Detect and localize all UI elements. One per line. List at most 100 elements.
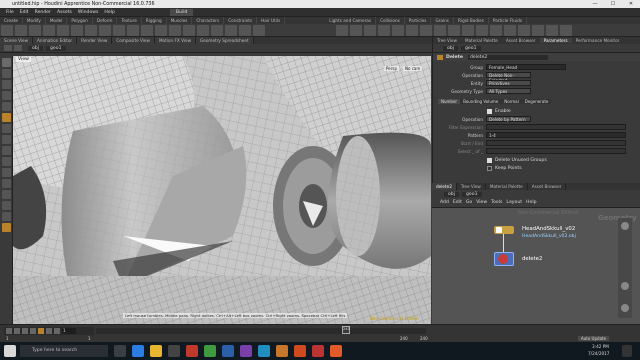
net-fit-icon[interactable]	[621, 304, 629, 312]
shelf-tab-rigid[interactable]: Rigid Bodies	[454, 17, 489, 24]
timeline-start[interactable]: 1	[6, 336, 9, 341]
start-end-field[interactable]	[486, 140, 626, 146]
app-cyan-icon[interactable]	[258, 345, 270, 357]
tab-motion-fx-view[interactable]: Motion FX View	[154, 37, 197, 44]
camera-menu[interactable]: No cam	[403, 66, 423, 71]
current-frame-field[interactable]: 1	[62, 328, 76, 334]
timeline-end[interactable]: 240	[420, 336, 428, 341]
shelf-tool-27[interactable]	[434, 24, 446, 36]
pattern-field[interactable]: 1-4	[486, 132, 626, 138]
snap-icon[interactable]	[1, 168, 11, 177]
subtab-normal[interactable]: Normal	[501, 99, 522, 104]
shelf-tool-33[interactable]	[518, 24, 530, 36]
rotate-tool-icon[interactable]	[1, 80, 11, 89]
shelf-tool-18[interactable]	[239, 24, 251, 36]
secure-select-icon[interactable]	[1, 190, 11, 199]
task-view-icon[interactable]	[114, 345, 126, 357]
reverse-icon[interactable]	[22, 328, 28, 334]
net-tab-tree-view[interactable]: Tree View	[457, 183, 486, 190]
shelf-tool-24[interactable]	[392, 24, 404, 36]
net-tab-asset-browser[interactable]: Asset Browser	[528, 183, 567, 190]
store-icon[interactable]	[168, 345, 180, 357]
taskbar-search[interactable]: Type here to search	[20, 345, 108, 357]
operation2-select[interactable]: Delete by Pattern	[486, 116, 531, 122]
close-button[interactable]: ✕	[622, 0, 640, 8]
select-of-field[interactable]	[486, 148, 626, 154]
shelf-tool-4[interactable]	[43, 24, 55, 36]
shelf-tab-hair[interactable]: Hair Utils	[257, 17, 286, 24]
shelf-tool-28[interactable]	[448, 24, 460, 36]
geometry-type-select[interactable]: All Types	[486, 88, 531, 94]
pose-tool-icon[interactable]	[1, 113, 11, 122]
shelf-tab-rigging[interactable]: Rigging	[142, 17, 167, 24]
select-tool-icon[interactable]	[1, 58, 11, 67]
auto-update-button[interactable]: Auto Update	[578, 336, 610, 341]
menu-file[interactable]: File	[6, 8, 14, 17]
app-orange2-icon[interactable]	[330, 345, 342, 357]
edges-select-icon[interactable]	[1, 146, 11, 155]
tab-geometry-spreadsheet[interactable]: Geometry Spreadsheet	[196, 37, 254, 44]
shelf-tool-29[interactable]	[462, 24, 474, 36]
group-select-icon[interactable]	[1, 212, 11, 221]
timeline-track[interactable]	[96, 328, 426, 334]
shelf-tool-36[interactable]	[560, 24, 572, 36]
net-path-obj[interactable]: obj	[444, 191, 460, 197]
subtab-bounding-volume[interactable]: Bounding Volume	[460, 99, 502, 104]
menu-render[interactable]: Render	[35, 8, 51, 17]
shelf-tool-8[interactable]	[99, 24, 111, 36]
subtab-number[interactable]: Number	[438, 99, 461, 104]
prims-select-icon[interactable]	[1, 157, 11, 166]
shelf-tab-deform[interactable]: Deform	[93, 17, 118, 24]
maximize-button[interactable]: ☐	[604, 0, 622, 8]
app-red2-icon[interactable]	[312, 345, 324, 357]
houdini-icon[interactable]	[294, 345, 306, 357]
orange-tool-icon[interactable]	[1, 223, 11, 232]
notifications-icon[interactable]	[622, 345, 632, 357]
shelf-tab-texture[interactable]: Texture	[117, 17, 142, 24]
enable-checkbox[interactable]	[487, 109, 492, 114]
shelf-tool-21[interactable]	[350, 24, 362, 36]
desktop-select[interactable]: Build	[169, 8, 194, 16]
shelf-tool-17[interactable]	[225, 24, 237, 36]
shelf-tool-16[interactable]	[211, 24, 223, 36]
app-red-icon[interactable]	[186, 345, 198, 357]
tab-asset-browser[interactable]: Asset Browser	[502, 38, 540, 43]
tab-render-view[interactable]: Render View	[77, 37, 113, 44]
shelf-tool-26[interactable]	[420, 24, 432, 36]
network-editor[interactable]: Non-Commercial Edition Geometry HeadAndS…	[432, 208, 640, 324]
keep-points-checkbox[interactable]	[487, 166, 492, 171]
app-orange-icon[interactable]	[276, 345, 288, 357]
shelf-tool-3[interactable]	[29, 24, 41, 36]
prev-key-icon[interactable]	[14, 328, 20, 334]
tab-parameters[interactable]: Parameters	[539, 38, 572, 43]
group-field[interactable]: Female_Head	[486, 64, 566, 70]
shelf-tool-34[interactable]	[532, 24, 544, 36]
subtab-degenerate[interactable]: Degenerate	[521, 99, 552, 104]
shelf-tool-1[interactable]	[1, 24, 13, 36]
shelf-tab-muscles[interactable]: Muscles	[167, 17, 193, 24]
handle-tool-icon[interactable]	[1, 102, 11, 111]
shelf-tool-35[interactable]	[546, 24, 558, 36]
menu-windows[interactable]: Windows	[78, 8, 99, 17]
shelf-tool-25[interactable]	[406, 24, 418, 36]
app-green-icon[interactable]	[204, 345, 216, 357]
shelf-tab-collisions[interactable]: Collisions	[376, 17, 405, 24]
app-purple-icon[interactable]	[240, 345, 252, 357]
net-menu-help[interactable]: Help	[526, 200, 536, 205]
timeline-range-end[interactable]: 240	[400, 336, 408, 341]
menu-assets[interactable]: Assets	[57, 8, 72, 17]
shelf-tab-grains[interactable]: Grains	[431, 17, 454, 24]
windows-start-icon[interactable]	[4, 345, 16, 357]
last-frame-icon[interactable]	[54, 328, 60, 334]
shelf-tool-11[interactable]	[141, 24, 153, 36]
points-select-icon[interactable]	[1, 135, 11, 144]
next-key-icon[interactable]	[46, 328, 52, 334]
net-home-icon[interactable]	[621, 222, 629, 230]
back-arrow-icon[interactable]	[4, 45, 12, 51]
forward-arrow-icon[interactable]	[14, 45, 22, 51]
shelf-tool-6[interactable]	[71, 24, 83, 36]
net-menu-go[interactable]: Go	[466, 200, 472, 205]
scale-tool-icon[interactable]	[1, 91, 11, 100]
shelf-tool-15[interactable]	[197, 24, 209, 36]
persp-menu[interactable]: Persp	[384, 66, 399, 71]
